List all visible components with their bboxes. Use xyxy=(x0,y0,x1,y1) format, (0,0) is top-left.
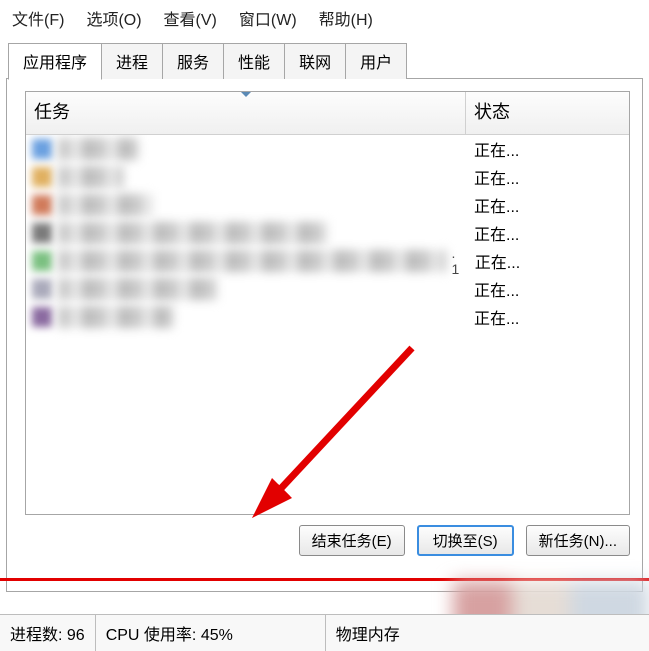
status-cell: 正在... xyxy=(466,221,629,245)
process-count-label: 进程数: xyxy=(10,627,62,644)
task-name-blurred xyxy=(58,250,446,272)
menu-view[interactable]: 查看(V) xyxy=(164,6,217,30)
menubar: 文件(F) 选项(O) 查看(V) 窗口(W) 帮助(H) xyxy=(0,0,649,40)
status-process-count: 进程数: 96 xyxy=(0,615,96,651)
list-item[interactable]: 正在... xyxy=(26,275,629,303)
menu-help[interactable]: 帮助(H) xyxy=(319,6,373,30)
list-item[interactable]: 正在... xyxy=(26,191,629,219)
list-item[interactable]: . 1 正在... xyxy=(26,247,629,275)
tab-strip: 应用程序 进程 服务 性能 联网 用户 xyxy=(8,42,649,79)
status-cpu: CPU 使用率: 45% xyxy=(96,615,326,651)
task-name-blurred xyxy=(58,222,328,244)
app-icon xyxy=(32,167,52,187)
list-item[interactable]: 正在... xyxy=(26,135,629,163)
column-header-task[interactable]: 任务 xyxy=(26,92,466,134)
list-item[interactable]: 正在... xyxy=(26,219,629,247)
task-listview[interactable]: 任务 状态 正在... 正在... 正在... 正在.. xyxy=(25,91,630,515)
action-buttons: 结束任务(E) 切换至(S) 新任务(N)... xyxy=(25,525,630,556)
app-icon xyxy=(32,279,52,299)
end-task-button[interactable]: 结束任务(E) xyxy=(299,525,405,556)
listview-header: 任务 状态 xyxy=(26,92,629,135)
tab-applications[interactable]: 应用程序 xyxy=(8,43,102,80)
process-count-value: 96 xyxy=(67,627,85,644)
status-cell: 正在... xyxy=(466,305,629,329)
tab-performance[interactable]: 性能 xyxy=(223,43,285,79)
status-cell: 正在... xyxy=(466,277,629,301)
cpu-value: 45% xyxy=(201,627,233,644)
sort-arrow-icon xyxy=(241,92,251,97)
task-name-blurred xyxy=(58,166,123,188)
task-name-blurred xyxy=(58,306,173,328)
app-icon xyxy=(32,307,52,327)
task-name-blurred xyxy=(58,194,153,216)
memory-label: 物理内存 xyxy=(336,627,400,644)
column-status-label: 状态 xyxy=(474,102,510,122)
list-item[interactable]: 正在... xyxy=(26,163,629,191)
cpu-label: CPU 使用率: xyxy=(106,627,197,644)
status-cell: 正在... xyxy=(466,137,629,161)
tab-processes[interactable]: 进程 xyxy=(101,43,163,79)
tab-users[interactable]: 用户 xyxy=(345,43,407,79)
app-icon xyxy=(32,139,52,159)
task-suffix: . 1 xyxy=(452,245,467,277)
status-cell: 正在... xyxy=(466,193,629,217)
status-memory: 物理内存 xyxy=(326,615,410,651)
app-icon xyxy=(32,223,52,243)
menu-windows[interactable]: 窗口(W) xyxy=(239,6,297,30)
listview-body: 正在... 正在... 正在... 正在... . 1 正在... 正在... xyxy=(26,135,629,515)
task-name-blurred xyxy=(58,138,138,160)
status-bar: 进程数: 96 CPU 使用率: 45% 物理内存 xyxy=(0,614,649,651)
menu-options[interactable]: 选项(O) xyxy=(86,6,141,30)
column-task-label: 任务 xyxy=(34,102,70,122)
tab-panel: 任务 状态 正在... 正在... 正在... 正在.. xyxy=(6,78,643,592)
tab-networking[interactable]: 联网 xyxy=(284,43,346,79)
status-cell: 正在... xyxy=(467,249,629,273)
task-name-blurred xyxy=(58,278,218,300)
switch-to-button[interactable]: 切换至(S) xyxy=(417,525,514,556)
tab-services[interactable]: 服务 xyxy=(162,43,224,79)
app-icon xyxy=(32,195,52,215)
list-item[interactable]: 正在... xyxy=(26,303,629,331)
new-task-button[interactable]: 新任务(N)... xyxy=(526,525,630,556)
app-icon xyxy=(32,251,52,271)
menu-file[interactable]: 文件(F) xyxy=(12,6,64,30)
status-cell: 正在... xyxy=(466,165,629,189)
column-header-status[interactable]: 状态 xyxy=(466,92,629,134)
